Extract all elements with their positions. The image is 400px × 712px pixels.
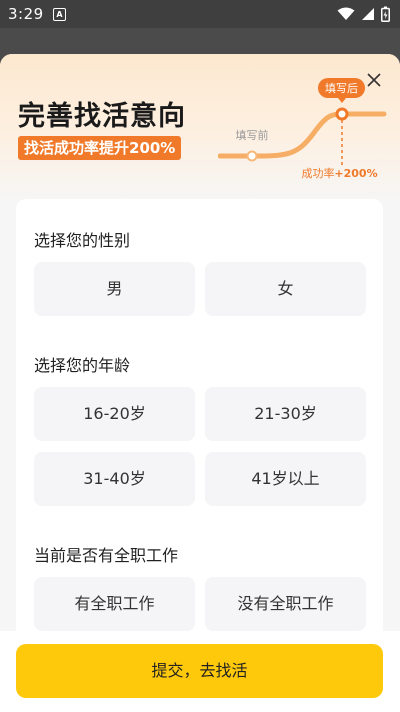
after-label: 填写后: [325, 81, 358, 95]
before-point: [246, 150, 258, 162]
status-bar: 3:29 A: [0, 0, 400, 28]
age-option-21-30[interactable]: 21-30岁: [205, 387, 366, 441]
wifi-icon: [337, 7, 355, 20]
intent-sheet: 完善找活意向 找活成功率提升200% 填写后 填写前 成功率 +200% 选择您…: [0, 54, 400, 712]
submit-button[interactable]: 提交，去找活: [16, 644, 383, 698]
rate-value: +200%: [334, 167, 377, 180]
status-time: 3:29: [8, 5, 44, 23]
battery-icon: [381, 6, 390, 22]
age-option-16-20[interactable]: 16-20岁: [34, 387, 195, 441]
gender-option-male[interactable]: 男: [34, 262, 195, 316]
gender-section-title: 选择您的性别: [34, 231, 131, 250]
after-point: [335, 107, 349, 121]
job-option-no[interactable]: 没有全职工作: [205, 577, 366, 631]
gender-option-female[interactable]: 女: [205, 262, 366, 316]
age-section-title: 选择您的年龄: [34, 356, 131, 375]
options-card: 选择您的性别 男 女 选择您的年龄 16-20岁 21-30岁 31-40岁 4…: [16, 199, 383, 639]
before-label: 填写前: [236, 128, 269, 142]
job-section-title: 当前是否有全职工作: [34, 546, 179, 565]
job-option-yes[interactable]: 有全职工作: [34, 577, 195, 631]
signal-icon: [362, 8, 374, 20]
page-title: 完善找活意向: [18, 101, 186, 132]
age-option-31-40[interactable]: 31-40岁: [34, 452, 195, 506]
age-option-41-plus[interactable]: 41岁以上: [205, 452, 366, 506]
rate-label: 成功率: [302, 166, 335, 180]
status-icons: [337, 6, 390, 22]
notification-icon: A: [53, 8, 66, 21]
success-rate-badge: 找活成功率提升200%: [18, 136, 182, 160]
growth-curve-illustration: 填写后 填写前 成功率 +200%: [218, 78, 387, 180]
